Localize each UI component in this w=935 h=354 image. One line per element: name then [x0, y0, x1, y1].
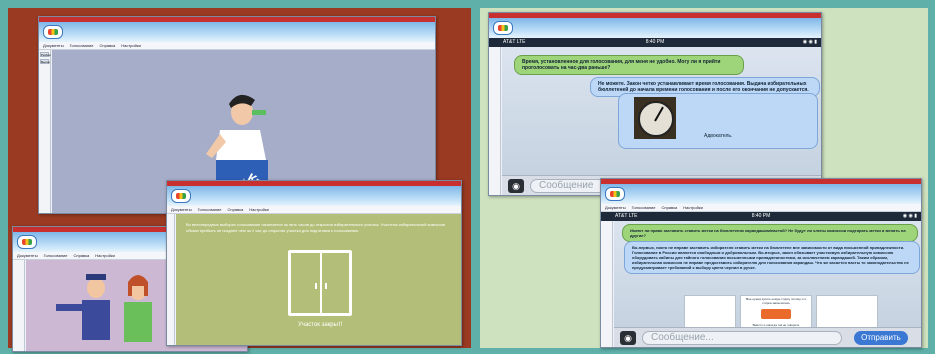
chat-thread: Время, установленное для голосования, дл… — [502, 47, 821, 175]
chat-bubble-question: Имеют ли право заставить ставить метки н… — [622, 224, 918, 242]
sidebar: Разбор Выход — [39, 50, 51, 213]
menu-item-help[interactable]: Справка — [228, 206, 244, 213]
sidebar-button-review[interactable]: Разбор — [40, 52, 51, 57]
camera-icon[interactable]: ◉ — [508, 179, 524, 193]
door-icon — [288, 250, 352, 316]
clock-photo — [634, 97, 676, 139]
slide-paragraph: Во внеочередных выборах голосование начи… — [186, 222, 446, 233]
phone-status-bar: AT&T LTE 8:40 PM ◉ ◉ ▮ — [489, 38, 821, 47]
menu-item-voting[interactable]: Голосование — [44, 252, 68, 259]
sidebar-button-exit[interactable]: Выход — [40, 59, 50, 64]
menu-item-settings[interactable]: Настройки — [249, 206, 269, 213]
sidebar — [13, 260, 25, 351]
menu-item-help[interactable]: Справка — [662, 204, 678, 211]
message-input-bar: ◉ Сообщение... Отправить — [614, 327, 921, 347]
image-caption: Адвокатель. — [704, 133, 733, 139]
app-logo-icon — [493, 21, 513, 35]
app-header — [601, 184, 921, 204]
app-logo-icon — [605, 187, 625, 201]
slide-content: Во внеочередных выборах голосование начи… — [176, 214, 461, 345]
phone-status-bar: AT&T LTE 8:40 PM ◉ ◉ ▮ — [601, 212, 921, 221]
status-icons: ◉ ◉ ▮ — [802, 39, 817, 45]
chat-window-pencil: Документы Голосование Справка Настройки … — [600, 178, 922, 348]
clock-label: 8:40 PM — [645, 39, 665, 45]
eraser-caption-top: Мне нужна купить новую стирку потому что… — [745, 297, 807, 305]
sidebar — [167, 214, 175, 345]
menu-item-documents[interactable]: Документы — [17, 252, 38, 259]
left-panel: Документы Голосование Справка Настройки … — [8, 8, 471, 352]
chat-window-voting-time: AT&T LTE 8:40 PM ◉ ◉ ▮ Время, установлен… — [488, 12, 822, 196]
menu-item-voting[interactable]: Голосование — [632, 204, 656, 211]
status-icons: ◉ ◉ ▮ — [902, 213, 917, 219]
app-header — [39, 22, 435, 42]
menu-item-documents[interactable]: Документы — [171, 206, 192, 213]
message-input[interactable]: Сообщение... — [642, 331, 842, 345]
app-logo-icon — [43, 25, 63, 39]
menu-item-documents[interactable]: Документы — [605, 204, 626, 211]
right-panel: AT&T LTE 8:40 PM ◉ ◉ ▮ Время, установлен… — [480, 8, 928, 348]
app-logo-icon — [17, 235, 37, 249]
menu-item-voting[interactable]: Голосование — [70, 42, 94, 49]
menu-bar: Документы Голосование Справка Настройки — [39, 42, 435, 50]
menu-item-settings[interactable]: Настройки — [683, 204, 703, 211]
menu-bar: Документы Голосование Справка Настройки — [601, 204, 921, 212]
app-logo-icon — [171, 189, 191, 203]
app-header — [489, 18, 821, 38]
camera-icon[interactable]: ◉ — [620, 331, 636, 345]
eraser-icon — [761, 309, 791, 319]
menu-item-settings[interactable]: Настройки — [121, 42, 141, 49]
menu-item-voting[interactable]: Голосование — [198, 206, 222, 213]
chat-thread: Имеют ли право заставить ставить метки н… — [614, 221, 921, 335]
send-button[interactable]: Отправить — [854, 331, 908, 345]
menu-item-help[interactable]: Справка — [100, 42, 116, 49]
clock-label: 8:40 PM — [751, 213, 771, 219]
menu-item-documents[interactable]: Документы — [43, 42, 64, 49]
menu-item-help[interactable]: Справка — [74, 252, 90, 259]
sidebar — [489, 47, 501, 195]
menu-bar: Документы Голосование Справка Настройки — [167, 206, 461, 214]
sidebar — [601, 221, 613, 347]
chat-bubble-question: Время, установленное для голосования, дл… — [514, 55, 744, 75]
door-caption: Участок закрыт! — [298, 322, 343, 328]
app-window-station-closed: Документы Голосование Справка Настройки … — [166, 180, 462, 346]
app-header — [167, 186, 461, 206]
menu-item-settings[interactable]: Настройки — [95, 252, 115, 259]
chat-bubble-answer: Во-первых, никто не вправе заставить изб… — [624, 241, 920, 274]
